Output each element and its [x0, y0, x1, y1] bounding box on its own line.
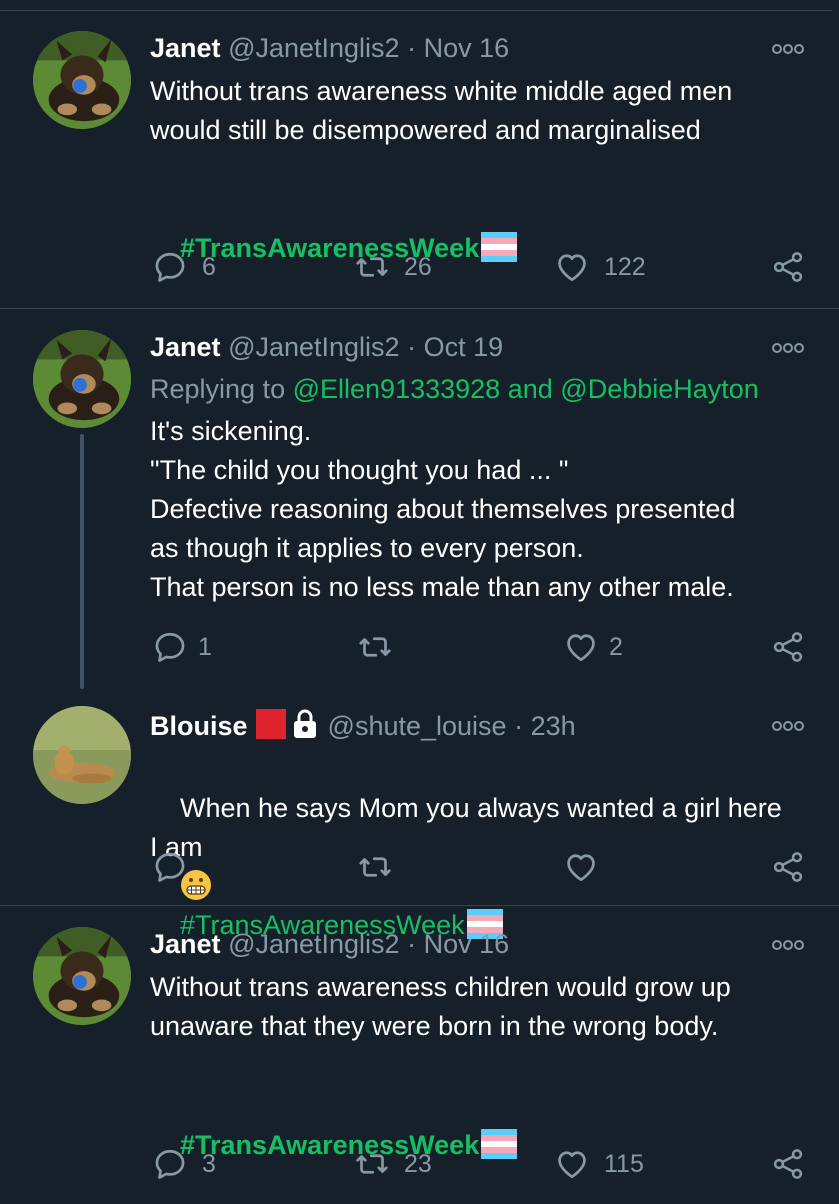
- like-count: 2: [609, 632, 623, 661]
- handle[interactable]: @JanetInglis2: [228, 332, 400, 362]
- avatar[interactable]: [33, 31, 131, 129]
- heart-icon: [563, 849, 599, 885]
- retweet-count: 23: [404, 1149, 432, 1178]
- mention-link[interactable]: @Ellen91333928: [293, 374, 501, 404]
- display-name[interactable]: Janet: [150, 929, 221, 959]
- action-bar: 1 2: [0, 627, 839, 667]
- heart-icon: [563, 629, 599, 665]
- avatar[interactable]: [33, 927, 131, 1025]
- replying-prefix: Replying to: [150, 374, 286, 404]
- share-button[interactable]: [770, 1144, 806, 1184]
- more-options-icon[interactable]: [771, 342, 805, 354]
- avatar[interactable]: [33, 706, 131, 804]
- reply-count: 3: [202, 1149, 216, 1178]
- more-options-icon[interactable]: [771, 720, 805, 732]
- tweet-text: Without trans awareness white middle age…: [150, 76, 733, 145]
- tweet-date[interactable]: Nov 16: [424, 929, 510, 959]
- heart-icon: [554, 249, 590, 285]
- separator: ·: [407, 929, 417, 959]
- red-square-emoji: [255, 709, 286, 739]
- reply-count: 6: [202, 252, 216, 281]
- share-icon: [770, 1146, 806, 1182]
- tweet-header: Janet @JanetInglis2 · Oct 19: [150, 331, 503, 363]
- tweet-text: It's sickening. "The child you thought y…: [150, 416, 736, 602]
- action-bar: 3 23 115: [0, 1144, 839, 1184]
- separator: ·: [407, 332, 417, 362]
- lock-icon: [293, 709, 316, 738]
- like-button[interactable]: 122: [554, 247, 646, 287]
- separator: ·: [514, 711, 524, 741]
- replying-and: and: [507, 374, 553, 404]
- display-name[interactable]: Janet: [150, 33, 221, 63]
- reply-button[interactable]: 1: [152, 627, 212, 667]
- retweet-icon: [357, 849, 393, 885]
- share-icon: [770, 249, 806, 285]
- tweet-date[interactable]: Oct 19: [424, 332, 504, 362]
- handle[interactable]: @JanetInglis2: [228, 929, 400, 959]
- reply-button[interactable]: [152, 847, 188, 887]
- reply-button[interactable]: 6: [152, 247, 216, 287]
- more-options-icon[interactable]: [771, 43, 805, 55]
- like-count: 115: [604, 1149, 644, 1178]
- reply-count: 1: [198, 632, 212, 661]
- tweet-header: Janet @JanetInglis2 · Nov 16: [150, 32, 509, 64]
- share-icon: [770, 849, 806, 885]
- tweet-date[interactable]: 23h: [531, 711, 576, 741]
- tweet-text: Without trans awareness children would g…: [150, 972, 731, 1041]
- tweet[interactable]: Janet @JanetInglis2 · Nov 16 Without tra…: [0, 906, 839, 1200]
- retweet-button[interactable]: [357, 847, 393, 887]
- retweet-icon: [354, 1146, 390, 1182]
- retweet-icon: [357, 629, 393, 665]
- share-icon: [770, 629, 806, 665]
- reply-icon: [152, 1146, 188, 1182]
- retweet-button[interactable]: 26: [354, 247, 432, 287]
- tweet[interactable]: Janet @JanetInglis2 · Nov 16 Without tra…: [0, 0, 839, 308]
- tweet-text-line: When he says Mom you always wanted a gir…: [180, 793, 782, 823]
- mention-link[interactable]: @DebbieHayton: [560, 374, 759, 404]
- tweet-header: Blouise @shute_louise · 23h: [150, 709, 576, 742]
- action-bar: 6 26 122: [0, 247, 839, 287]
- reply-icon: [152, 249, 188, 285]
- retweet-count: 26: [404, 252, 432, 281]
- handle[interactable]: @JanetInglis2: [228, 33, 400, 63]
- share-button[interactable]: [770, 627, 806, 667]
- reply-icon: [152, 849, 188, 885]
- handle[interactable]: @shute_louise: [328, 711, 507, 741]
- like-button[interactable]: [563, 847, 599, 887]
- retweet-button[interactable]: [357, 627, 407, 667]
- display-name[interactable]: Janet: [150, 332, 221, 362]
- action-bar: [0, 847, 839, 887]
- reply-icon: [152, 629, 188, 665]
- replying-to: Replying to @Ellen91333928 and @DebbieHa…: [150, 372, 759, 406]
- like-button[interactable]: 2: [563, 627, 623, 667]
- share-button[interactable]: [770, 847, 806, 887]
- display-name[interactable]: Blouise: [150, 711, 248, 741]
- tweet[interactable]: Janet @JanetInglis2 · Oct 19 Replying to…: [0, 309, 839, 689]
- reply-button[interactable]: 3: [152, 1144, 216, 1184]
- retweet-icon: [354, 249, 390, 285]
- avatar[interactable]: [33, 330, 131, 428]
- more-options-icon[interactable]: [771, 939, 805, 951]
- like-count: 122: [604, 252, 646, 281]
- tweet-date[interactable]: Nov 16: [424, 33, 510, 63]
- heart-icon: [554, 1146, 590, 1182]
- like-button[interactable]: 115: [554, 1144, 644, 1184]
- retweet-button[interactable]: 23: [354, 1144, 432, 1184]
- share-button[interactable]: [770, 247, 806, 287]
- separator: ·: [407, 33, 417, 63]
- tweet[interactable]: Blouise @shute_louise · 23h When he says …: [0, 689, 839, 940]
- tweet-header: Janet @JanetInglis2 · Nov 16: [150, 928, 509, 960]
